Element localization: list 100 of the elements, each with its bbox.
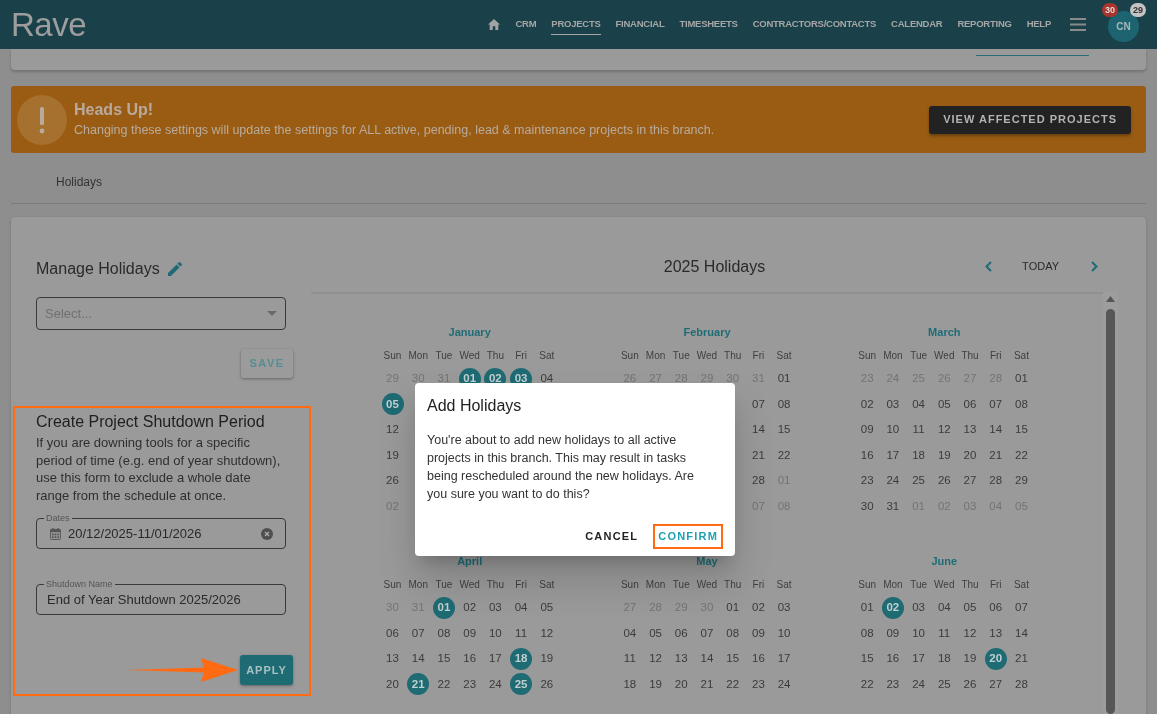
calendar-date[interactable]: 24 [777, 675, 791, 693]
calendar-date[interactable]: 09 [886, 624, 900, 642]
calendar-date[interactable]: 17 [488, 650, 502, 668]
calendar-date[interactable]: 05 [937, 395, 951, 413]
calendar-date[interactable]: 15 [860, 650, 874, 668]
calendar-date[interactable]: 13 [674, 650, 688, 668]
calendar-date[interactable]: 03 [777, 599, 791, 617]
calendar-date[interactable]: 15 [726, 650, 740, 668]
calendar-date[interactable]: 19 [649, 675, 662, 693]
holiday-date[interactable]: 05 [381, 393, 404, 416]
calendar-date[interactable]: 07 [1015, 599, 1028, 617]
calendar-date[interactable]: 06 [963, 395, 977, 413]
calendar-date[interactable]: 22 [726, 675, 740, 693]
calendar-date[interactable]: 01 [777, 370, 791, 388]
calendar-date[interactable]: 17 [912, 650, 925, 668]
calendar-date[interactable]: 02 [463, 599, 477, 617]
calendar-date[interactable]: 13 [963, 421, 977, 439]
holiday-date[interactable]: 01 [432, 596, 455, 619]
holiday-date[interactable]: 02 [881, 596, 904, 619]
calendar-date[interactable]: 16 [886, 650, 900, 668]
calendar-date[interactable]: 12 [540, 624, 554, 642]
calendar-date[interactable]: 08 [777, 395, 791, 413]
chevron-right-icon[interactable] [1091, 261, 1098, 272]
calendar-date[interactable]: 26 [963, 675, 977, 693]
pencil-icon[interactable] [167, 262, 182, 276]
calendar-date[interactable]: 05 [963, 599, 977, 617]
calendar-date[interactable]: 04 [937, 599, 951, 617]
calendar-date[interactable]: 07 [411, 624, 425, 642]
calendar-date[interactable]: 22 [1015, 446, 1028, 464]
calendar-date[interactable]: 09 [860, 421, 874, 439]
calendar-date[interactable]: 05 [540, 599, 554, 617]
view-affected-projects-button[interactable]: VIEW AFFECTED PROJECTS [929, 105, 1131, 134]
calendar-date[interactable]: 21 [752, 446, 765, 464]
calendar-date[interactable]: 24 [488, 675, 502, 693]
nav-link[interactable]: FINANCIAL [615, 14, 665, 35]
calendar-date[interactable]: 28 [752, 472, 765, 490]
calendar-date[interactable]: 04 [540, 370, 554, 388]
today-button[interactable]: TODAY [1022, 258, 1059, 275]
calendar-date[interactable]: 10 [886, 421, 900, 439]
confirm-button[interactable]: CONFIRM [653, 524, 723, 549]
menu-icon[interactable] [1070, 18, 1086, 31]
calendar-date[interactable]: 15 [437, 650, 451, 668]
calendar-date[interactable]: 12 [963, 624, 977, 642]
calendar-date[interactable]: 02 [860, 395, 874, 413]
calendar-date[interactable]: 14 [989, 421, 1003, 439]
holiday-date[interactable]: 20 [984, 647, 1007, 670]
calendar-date[interactable]: 26 [937, 472, 951, 490]
calendar-date[interactable]: 10 [912, 624, 925, 642]
calendar-date[interactable]: 07 [752, 395, 765, 413]
calendar-date[interactable]: 24 [912, 675, 925, 693]
holiday-date[interactable]: 21 [407, 673, 430, 696]
calendar-date[interactable]: 11 [912, 421, 925, 439]
calendar-date[interactable]: 22 [437, 675, 451, 693]
calendar-date[interactable]: 11 [938, 624, 951, 642]
calendar-date[interactable]: 01 [1015, 370, 1028, 388]
calendar-date[interactable]: 08 [726, 624, 740, 642]
calendar-date[interactable]: 09 [463, 624, 477, 642]
calendar-date[interactable]: 19 [540, 650, 554, 668]
logo[interactable]: Rave [11, 8, 87, 41]
calendar-date[interactable]: 18 [623, 675, 637, 693]
calendar-date[interactable]: 08 [437, 624, 451, 642]
calendar-date[interactable]: 19 [963, 650, 977, 668]
calendar-date[interactable]: 16 [860, 446, 874, 464]
calendar-date[interactable]: 12 [649, 650, 662, 668]
cancel-button[interactable]: CANCEL [577, 524, 647, 549]
calendar-date[interactable]: 21 [700, 675, 714, 693]
calendar-date[interactable]: 15 [777, 421, 791, 439]
calendar-date[interactable]: 06 [386, 624, 399, 642]
calendar-date[interactable]: 14 [700, 650, 714, 668]
home-icon[interactable] [488, 19, 501, 30]
calendar-date[interactable]: 17 [777, 650, 791, 668]
calendar-date[interactable]: 14 [411, 650, 425, 668]
nav-link[interactable]: CRM [515, 14, 537, 35]
nav-link[interactable]: CALENDAR [891, 14, 943, 35]
scroll-up-icon[interactable] [1106, 296, 1115, 302]
calendar-date[interactable]: 15 [1015, 421, 1028, 439]
calendar-date[interactable]: 01 [726, 599, 740, 617]
calendar-date[interactable]: 08 [1015, 395, 1028, 413]
calendar-date[interactable]: 09 [752, 624, 765, 642]
clear-icon[interactable] [261, 527, 273, 540]
calendar-date[interactable]: 13 [386, 650, 399, 668]
calendar-date[interactable]: 16 [463, 650, 477, 668]
calendar-date[interactable]: 14 [752, 421, 765, 439]
calendar-date[interactable]: 07 [989, 395, 1003, 413]
calendar-date[interactable]: 11 [515, 624, 528, 642]
calendar-date[interactable]: 25 [912, 472, 925, 490]
calendar-date[interactable]: 04 [912, 395, 925, 413]
calendar-date[interactable]: 20 [386, 675, 399, 693]
calendar-date[interactable]: 24 [886, 472, 900, 490]
calendar-date[interactable]: 08 [860, 624, 874, 642]
holiday-date[interactable]: 18 [510, 647, 533, 670]
chevron-left-icon[interactable] [985, 261, 993, 272]
calendar-date[interactable]: 27 [989, 675, 1003, 693]
nav-link[interactable]: TIMESHEETS [679, 14, 738, 35]
calendar-date[interactable]: 31 [886, 497, 900, 515]
nav-link[interactable]: CONTRACTORS/CONTACTS [752, 14, 877, 35]
calendar-date[interactable]: 22 [860, 675, 874, 693]
calendar-date[interactable]: 19 [937, 446, 951, 464]
calendar-date[interactable]: 10 [777, 624, 791, 642]
calendar-date[interactable]: 12 [937, 421, 951, 439]
